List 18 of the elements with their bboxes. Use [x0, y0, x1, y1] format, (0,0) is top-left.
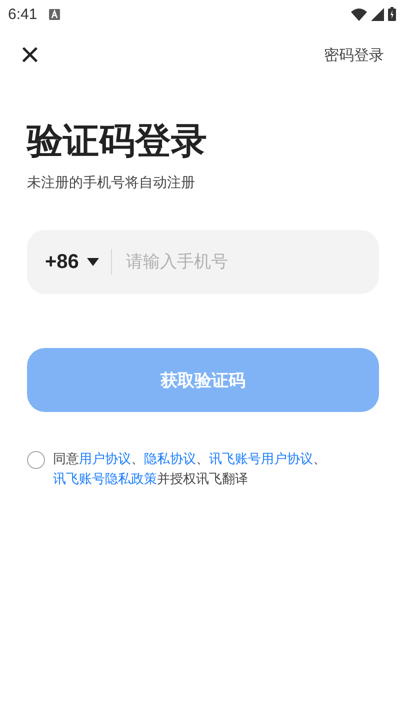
- agreement-link[interactable]: 隐私协议: [144, 452, 196, 467]
- battery-icon: [388, 7, 396, 21]
- page-title: 验证码登录: [27, 120, 208, 164]
- agreement-checkbox[interactable]: [27, 451, 45, 469]
- agreement-text: 同意用户协议、隐私协议、讯飞账号用户协议、 讯飞账号隐私政策并授权讯飞翻译: [53, 451, 327, 489]
- page-subtitle: 未注册的手机号将自动注册: [27, 174, 196, 192]
- agreement-link[interactable]: 用户协议: [79, 452, 131, 467]
- close-button[interactable]: ×: [18, 38, 42, 72]
- phone-field[interactable]: +86 请输入手机号: [27, 230, 379, 294]
- signal-icon: [371, 8, 384, 20]
- agreement-link[interactable]: 讯飞账号隐私政策: [53, 472, 157, 487]
- status-time: 6:41: [8, 6, 38, 22]
- country-code-selector[interactable]: +86: [45, 250, 99, 274]
- wifi-icon: [351, 8, 367, 20]
- caret-icon: [86, 258, 99, 266]
- agreement-link[interactable]: 讯飞账号用户协议: [209, 452, 313, 467]
- password-login-link[interactable]: 密码登录: [324, 46, 384, 64]
- notification-icon: [49, 8, 60, 20]
